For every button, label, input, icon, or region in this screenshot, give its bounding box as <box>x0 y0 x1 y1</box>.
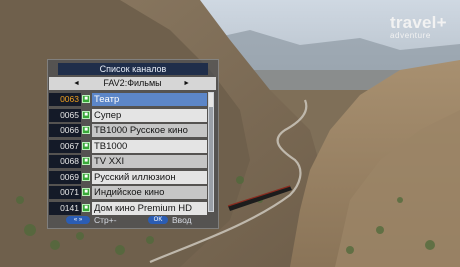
category-selector[interactable]: ◄ FAV2:Фильмы ► <box>49 77 216 90</box>
channel-status-icon: ■ <box>82 126 90 134</box>
channel-number: 0068 <box>49 155 81 168</box>
channel-number: 0141 <box>49 201 81 215</box>
channel-number: 0069 <box>49 170 81 184</box>
channel-list-panel: Список каналов ◄ FAV2:Фильмы ► 0063 ■ Те… <box>47 59 219 229</box>
page-hint-label: Стр+- <box>94 215 117 225</box>
arrow-right-icon[interactable]: ► <box>183 77 190 90</box>
channel-name: Театр <box>92 93 207 106</box>
channel-row[interactable]: 0069 ■ Русский иллюзион <box>49 170 207 186</box>
channel-status-icon: ■ <box>82 188 90 196</box>
channel-list: 0063 ■ Театр 0065 ■ Супер 0066 ■ ТВ1000 … <box>49 92 207 216</box>
channel-row[interactable]: 0068 ■ TV XXI <box>49 154 207 170</box>
channel-name: TV XXI <box>92 155 207 168</box>
panel-title: Список каналов <box>58 63 208 75</box>
channel-number: 0063 <box>49 93 81 106</box>
channel-name: Супер <box>92 108 207 122</box>
ok-hint-label: Ввод <box>172 215 192 225</box>
channel-status-icon: ■ <box>82 203 90 212</box>
channel-row[interactable]: 0063 ■ Театр <box>49 92 207 108</box>
channel-row[interactable]: 0067 ■ ТВ1000 <box>49 139 207 155</box>
scrollbar-thumb[interactable] <box>209 93 213 107</box>
channel-status-icon: ■ <box>82 172 90 181</box>
channel-row[interactable]: 0066 ■ ТВ1000 Русское кино <box>49 123 207 139</box>
channel-name: ТВ1000 Русское кино <box>92 124 207 137</box>
ok-key-icon[interactable]: OK <box>148 216 168 224</box>
channel-number: 0066 <box>49 124 81 137</box>
channel-status-icon: ■ <box>82 141 90 150</box>
page-key-icon[interactable]: « » <box>66 216 90 224</box>
logo-line2: adventure <box>390 31 431 40</box>
channel-logo: travel+ adventure <box>390 13 447 40</box>
list-scrollbar[interactable] <box>208 92 214 212</box>
channel-name: Дом кино Premium HD <box>92 201 207 215</box>
channel-row[interactable]: 0065 ■ Супер <box>49 108 207 124</box>
channel-name: Индийское кино <box>92 186 207 199</box>
channel-status-icon: ■ <box>82 110 90 119</box>
channel-number: 0067 <box>49 139 81 153</box>
channel-name: Русский иллюзион <box>92 170 207 184</box>
category-label: FAV2:Фильмы <box>103 78 162 88</box>
channel-status-icon: ■ <box>82 157 90 165</box>
list-footer: « » Стр+- OK Ввод <box>48 214 218 227</box>
channel-number: 0071 <box>49 186 81 199</box>
channel-number: 0065 <box>49 108 81 122</box>
channel-status-icon: ■ <box>82 95 90 103</box>
channel-name: ТВ1000 <box>92 139 207 153</box>
channel-row[interactable]: 0071 ■ Индийское кино <box>49 185 207 201</box>
logo-line1: travel+ <box>390 13 447 32</box>
